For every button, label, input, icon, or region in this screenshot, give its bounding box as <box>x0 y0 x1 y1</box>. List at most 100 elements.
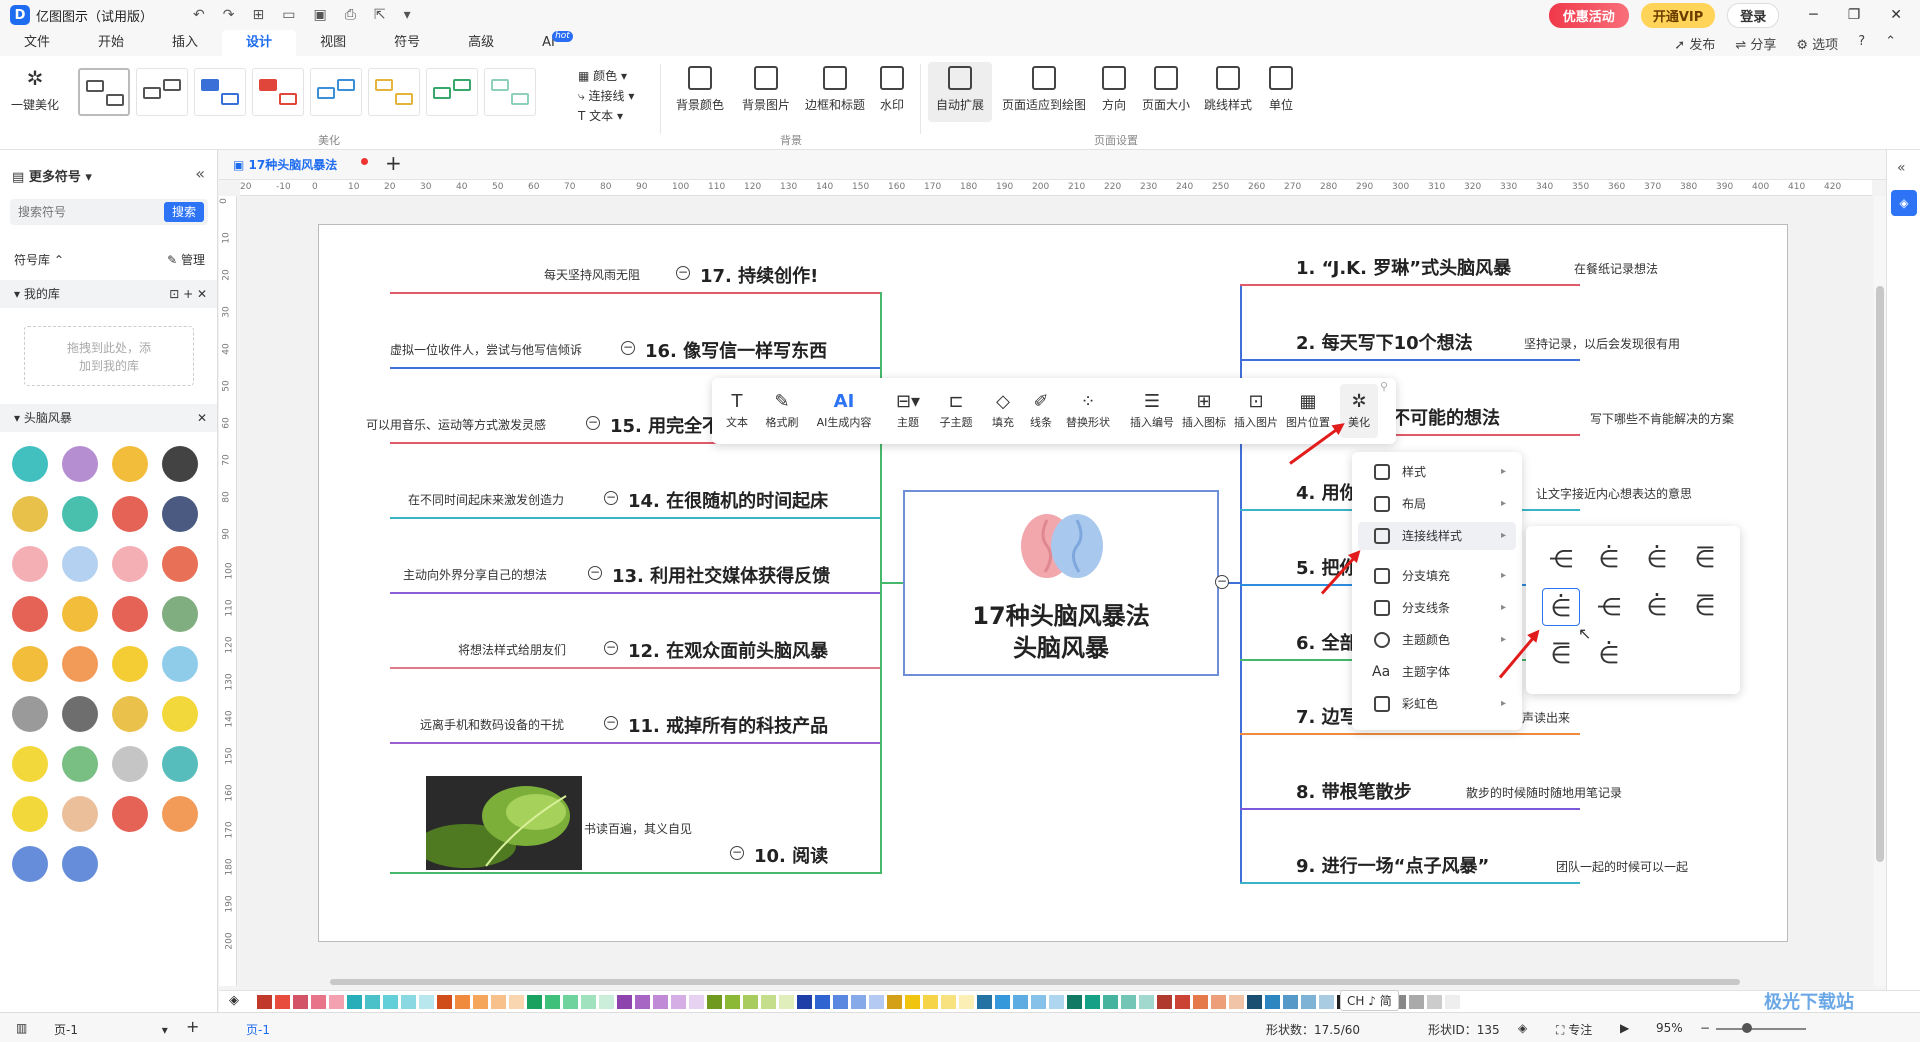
right-topic-6[interactable]: 6. 全部 <box>1296 629 1358 655</box>
left-topic-note[interactable]: 可以用音乐、运动等方式激发灵感 <box>366 416 546 433</box>
palette-swatch[interactable] <box>1085 995 1100 1009</box>
collapse-toggle[interactable]: − <box>730 846 744 860</box>
menu-style[interactable]: 样式 ▸ <box>1358 458 1516 486</box>
brainstorm-symbol[interactable] <box>162 696 198 732</box>
brainstorm-symbol[interactable] <box>62 796 98 832</box>
palette-swatch[interactable] <box>1427 995 1442 1009</box>
menu-advanced[interactable]: 高级 <box>444 30 518 56</box>
left-topic-14[interactable]: 14. 在很随机的时间起床 <box>628 487 828 513</box>
fb-subtopic-button[interactable]: ⊏ 子主题 <box>936 390 976 430</box>
symbol-library-row[interactable]: 符号库 ⌃ ✎ 管理 <box>0 246 217 274</box>
document-tab[interactable]: ▣ 17种头脑风暴法 <box>233 156 337 173</box>
style-thumb[interactable] <box>194 68 246 116</box>
central-topic[interactable]: 17种头脑风暴法 头脑风暴 <box>903 490 1219 676</box>
palette-swatch[interactable] <box>941 995 956 1009</box>
collapse-toggle[interactable]: − <box>621 341 635 355</box>
palette-swatch[interactable] <box>311 995 326 1009</box>
open-icon[interactable]: ▭ <box>282 7 295 23</box>
help-icon[interactable]: ? <box>1858 34 1865 53</box>
zoom-level[interactable]: 95% <box>1656 1021 1683 1035</box>
style-thumb[interactable] <box>310 68 362 116</box>
right-topic-7[interactable]: 7. 边写 <box>1296 703 1358 729</box>
brainstorm-symbol[interactable] <box>162 796 198 832</box>
brainstorm-symbol[interactable] <box>12 546 48 582</box>
close-icon[interactable]: ✕ <box>1890 7 1902 23</box>
palette-swatch[interactable] <box>293 995 308 1009</box>
options-button[interactable]: ⚙ 选项 <box>1796 34 1838 53</box>
fb-topic-button[interactable]: ⊟▾ 主题 <box>888 390 928 430</box>
fb-beautify-button[interactable]: ✲ 美化 <box>1340 384 1378 438</box>
brainstorm-symbol[interactable] <box>112 746 148 782</box>
palette-swatch[interactable] <box>1139 995 1154 1009</box>
palette-swatch[interactable] <box>887 995 902 1009</box>
right-topic-4[interactable]: 4. 用你 <box>1296 479 1358 505</box>
collapse-toggle[interactable]: − <box>604 641 618 655</box>
palette-swatch[interactable] <box>1211 995 1226 1009</box>
palette-swatch[interactable] <box>779 995 794 1009</box>
fb-text-button[interactable]: T 文本 <box>722 390 752 430</box>
auto-expand-button[interactable]: 自动扩展 <box>928 62 992 122</box>
palette-swatch[interactable] <box>1445 995 1460 1009</box>
fill-bucket-icon[interactable]: ◈ <box>229 993 239 1008</box>
connector-option[interactable]: ⤷ 连接线 ▾ <box>578 86 634 106</box>
palette-swatch[interactable] <box>509 995 524 1009</box>
palette-swatch[interactable] <box>1283 995 1298 1009</box>
vip-button[interactable]: 开通VIP <box>1640 2 1716 28</box>
page-tab[interactable]: 页-1 <box>246 1021 270 1038</box>
palette-swatch[interactable] <box>995 995 1010 1009</box>
palette-swatch[interactable] <box>527 995 542 1009</box>
palette-swatch[interactable] <box>1409 995 1424 1009</box>
style-thumb[interactable] <box>136 68 188 116</box>
connector-style-option[interactable]: ⋲ <box>1542 540 1580 578</box>
palette-swatch[interactable] <box>419 995 434 1009</box>
palette-swatch[interactable] <box>851 995 866 1009</box>
brainstorm-symbol[interactable] <box>12 846 48 882</box>
palette-swatch[interactable] <box>761 995 776 1009</box>
brainstorm-symbol[interactable] <box>62 646 98 682</box>
menu-rainbow[interactable]: 彩虹色 ▸ <box>1358 690 1516 718</box>
right-topic-note[interactable]: 写下哪些不肯能解决的方案 <box>1590 410 1734 427</box>
brainstorm-symbol[interactable] <box>12 796 48 832</box>
unit-button[interactable]: 单位 <box>1266 66 1296 113</box>
palette-swatch[interactable] <box>1247 995 1262 1009</box>
palette-swatch[interactable] <box>275 995 290 1009</box>
zoom-slider[interactable] <box>1716 1028 1806 1030</box>
palette-swatch[interactable] <box>689 995 704 1009</box>
brainstorm-symbol[interactable] <box>162 646 198 682</box>
palette-swatch[interactable] <box>1013 995 1028 1009</box>
symbol-search-button[interactable]: 搜索 <box>164 202 204 222</box>
palette-swatch[interactable] <box>743 995 758 1009</box>
right-topic-note[interactable]: 团队一起的时候可以一起 <box>1556 858 1688 875</box>
palette-swatch[interactable] <box>437 995 452 1009</box>
format-panel-icon[interactable]: ◈ <box>1891 190 1917 216</box>
right-topic-9[interactable]: 9. 进行一场“点子风暴” <box>1296 852 1489 878</box>
connector-style-option[interactable]: ⋶ <box>1542 636 1580 674</box>
right-topic-note[interactable]: 在餐纸记录想法 <box>1574 260 1658 277</box>
menu-branch-line[interactable]: 分支线条 ▸ <box>1358 594 1516 622</box>
customize-icon[interactable]: ▾ <box>404 7 411 23</box>
brainstorm-symbol[interactable] <box>162 496 198 532</box>
menu-symbols[interactable]: 符号 <box>370 30 444 56</box>
palette-swatch[interactable] <box>257 995 272 1009</box>
palette-swatch[interactable] <box>833 995 848 1009</box>
style-thumb[interactable] <box>368 68 420 116</box>
background-image-button[interactable]: 背景图片 <box>738 66 794 113</box>
palette-swatch[interactable] <box>707 995 722 1009</box>
connector-style-option[interactable]: ⋵ <box>1638 588 1676 626</box>
palette-swatch[interactable] <box>1049 995 1064 1009</box>
palette-swatch[interactable] <box>671 995 686 1009</box>
connector-style-option[interactable]: ⋶ <box>1686 588 1724 626</box>
connector-style-option[interactable]: ⋵ <box>1638 540 1676 578</box>
play-icon[interactable]: ▶ <box>1620 1021 1629 1035</box>
style-thumb[interactable] <box>252 68 304 116</box>
palette-swatch[interactable] <box>1121 995 1136 1009</box>
left-topic-note[interactable]: 书读百遍，其义自见 <box>584 820 692 837</box>
left-topic-note[interactable]: 每天坚持风雨无阻 <box>544 266 640 283</box>
palette-swatch[interactable] <box>1193 995 1208 1009</box>
palette-swatch[interactable] <box>1301 995 1316 1009</box>
collapse-toggle[interactable]: − <box>586 416 600 430</box>
brainstorm-symbol[interactable] <box>12 746 48 782</box>
fb-insert-image-button[interactable]: ⊡ 插入图片 <box>1232 390 1280 430</box>
fb-insert-number-button[interactable]: ☰ 插入编号 <box>1128 390 1176 430</box>
palette-swatch[interactable] <box>365 995 380 1009</box>
